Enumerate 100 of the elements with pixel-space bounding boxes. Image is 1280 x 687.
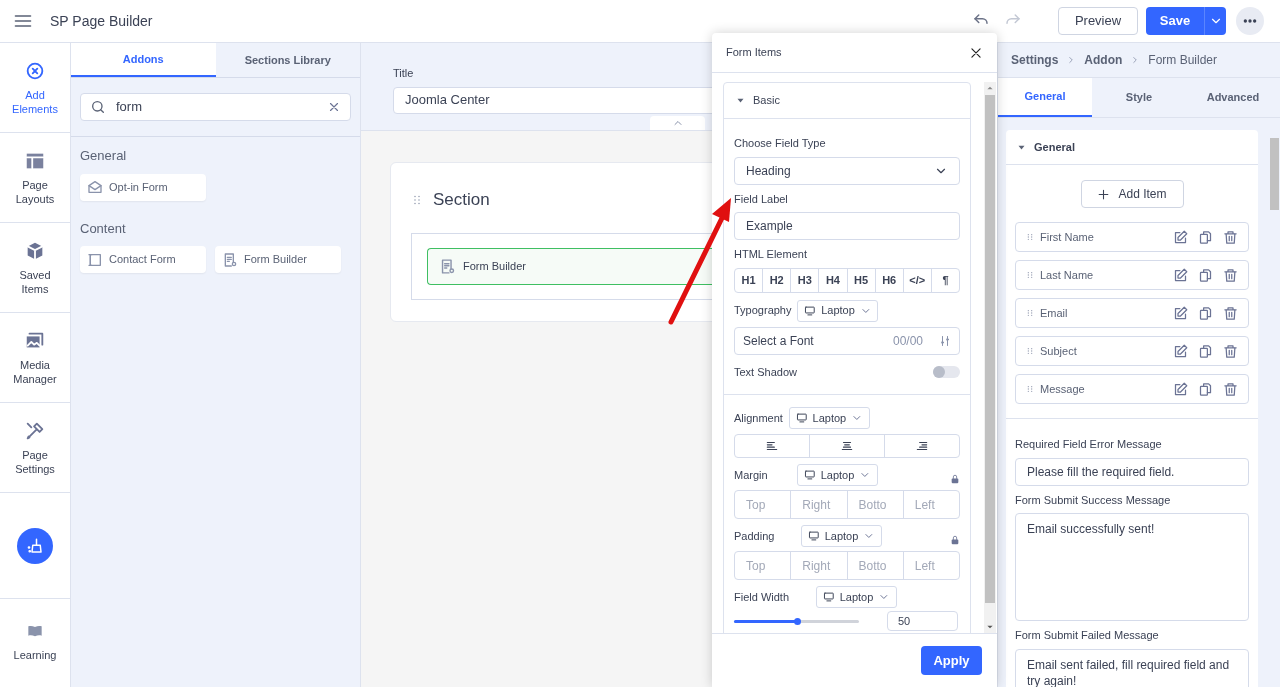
lock-icon xyxy=(950,474,960,484)
align-center-icon xyxy=(840,439,854,453)
edit-icon xyxy=(1173,267,1188,283)
field-label: Choose Field Type xyxy=(734,136,827,151)
copy-icon xyxy=(1198,229,1213,245)
save-options-button[interactable] xyxy=(1204,7,1226,35)
element-option[interactable]: ¶ xyxy=(930,268,959,292)
edit-button[interactable] xyxy=(1173,343,1188,359)
text-field[interactable]: Please fill the required field. xyxy=(1015,457,1249,486)
addon-item[interactable]: Contact Form xyxy=(80,246,206,273)
add-item-button[interactable]: Add Item xyxy=(1080,180,1184,208)
font-select[interactable]: Select a Font 00/00 xyxy=(734,326,960,355)
group-header[interactable]: Basic xyxy=(724,83,970,119)
edit-icon xyxy=(1173,229,1188,245)
duplicate-button[interactable] xyxy=(1198,381,1213,397)
save-button[interactable]: Save xyxy=(1146,7,1204,35)
breadcrumb-link[interactable]: Settings xyxy=(1011,51,1059,69)
text-area[interactable]: Email successfully sent! xyxy=(1015,513,1249,621)
delete-button[interactable] xyxy=(1223,267,1238,283)
slider-track[interactable] xyxy=(734,619,859,623)
edit-icon xyxy=(1173,305,1188,321)
dialog-title: Form Items xyxy=(726,45,783,61)
apply-button[interactable]: Apply xyxy=(921,646,982,675)
device-select[interactable]: Laptop xyxy=(797,464,878,486)
toggle-switch[interactable] xyxy=(933,365,960,378)
number-field[interactable]: 50 xyxy=(887,611,958,631)
breadcrumb-current: Form Builder xyxy=(1148,52,1218,69)
search-icon xyxy=(90,99,106,115)
delete-button[interactable] xyxy=(1223,305,1238,321)
device-select[interactable]: Laptop xyxy=(797,299,879,322)
edit-icon xyxy=(1173,381,1188,397)
copy-icon xyxy=(1198,381,1213,397)
slider-fill[interactable] xyxy=(734,619,797,623)
alignment-button-group[interactable] xyxy=(734,434,960,458)
caret-down-icon xyxy=(736,96,745,105)
edit-button[interactable] xyxy=(1173,267,1188,283)
preview-button[interactable]: Preview xyxy=(1058,7,1138,35)
edit-button[interactable] xyxy=(1173,381,1188,397)
rail-tab[interactable]: Saved Items xyxy=(0,223,70,313)
edit-icon xyxy=(1173,343,1188,359)
element-option[interactable]: H3 xyxy=(790,268,819,292)
settings-tab[interactable]: General xyxy=(998,78,1092,117)
field-label: Form Submit Success Message xyxy=(1015,492,1172,508)
rail-tab[interactable]: Page Settings xyxy=(0,403,70,493)
field-label: Form Submit Failed Message xyxy=(1015,628,1160,643)
drag-icon xyxy=(1026,231,1034,243)
addon-item[interactable]: Opt-in Form xyxy=(80,173,206,201)
element-option[interactable]: H4 xyxy=(818,268,847,292)
align-left-icon xyxy=(765,439,779,453)
edit-button[interactable] xyxy=(1173,229,1188,245)
copy-icon xyxy=(1198,343,1213,359)
learning-button[interactable]: Learning xyxy=(0,599,70,687)
form-item-row[interactable]: First Name xyxy=(1015,222,1249,252)
slider-thumb[interactable] xyxy=(793,617,801,625)
group-header[interactable]: General xyxy=(1006,130,1258,165)
delete-button[interactable] xyxy=(1223,229,1238,245)
form-item-row[interactable]: Last Name xyxy=(1015,260,1249,290)
field-label: Text Shadow xyxy=(734,364,798,380)
duplicate-button[interactable] xyxy=(1198,305,1213,321)
scrollbar[interactable] xyxy=(984,82,996,633)
addon-item[interactable]: Form Builder xyxy=(215,246,341,273)
rail-tab[interactable]: Media Manager xyxy=(0,313,70,403)
clean-button[interactable] xyxy=(17,527,53,564)
element-option[interactable]: H5 xyxy=(846,268,875,292)
text-field[interactable]: Example xyxy=(734,212,960,240)
duplicate-button[interactable] xyxy=(1198,229,1213,245)
copy-icon xyxy=(1198,305,1213,321)
rail-tab[interactable]: Add Elements xyxy=(0,43,70,133)
align-right-icon xyxy=(915,439,929,453)
trash-icon xyxy=(1223,229,1238,245)
form-item-row[interactable]: Email xyxy=(1015,298,1249,328)
form-item-row[interactable]: Subject xyxy=(1015,336,1249,366)
form-item-row[interactable]: Message xyxy=(1015,374,1249,404)
settings-tab[interactable]: Style xyxy=(1092,78,1186,117)
panel-tab[interactable]: Addons xyxy=(71,43,216,77)
element-option[interactable]: </> xyxy=(902,268,931,292)
broom-icon xyxy=(26,536,44,555)
rail-tab[interactable]: Page Layouts xyxy=(0,133,70,223)
close-button[interactable] xyxy=(969,45,983,60)
field-type-select[interactable]: Heading xyxy=(734,156,960,185)
delete-button[interactable] xyxy=(1223,381,1238,397)
drag-icon xyxy=(1026,383,1034,395)
element-option[interactable]: H2 xyxy=(762,268,791,292)
form-icon xyxy=(222,251,238,268)
more-button[interactable] xyxy=(1236,7,1264,35)
duplicate-button[interactable] xyxy=(1198,343,1213,359)
field-label: Title xyxy=(393,66,415,81)
delete-button[interactable] xyxy=(1223,343,1238,359)
field-label: Padding xyxy=(734,528,776,544)
device-select[interactable]: Laptop xyxy=(816,586,897,608)
device-select[interactable]: Laptop xyxy=(801,525,882,547)
envelope-icon xyxy=(87,179,103,195)
duplicate-button[interactable] xyxy=(1198,267,1213,283)
breadcrumb-link[interactable]: Addon xyxy=(1084,51,1123,69)
element-option[interactable]: H6 xyxy=(874,268,903,292)
settings-tab[interactable]: Advanced xyxy=(1186,78,1280,117)
search-field[interactable]: form xyxy=(80,93,351,121)
text-area[interactable]: Email sent failed, fill required field and try again! xyxy=(1015,648,1249,687)
device-select[interactable]: Laptop xyxy=(788,407,870,429)
edit-button[interactable] xyxy=(1173,305,1188,321)
